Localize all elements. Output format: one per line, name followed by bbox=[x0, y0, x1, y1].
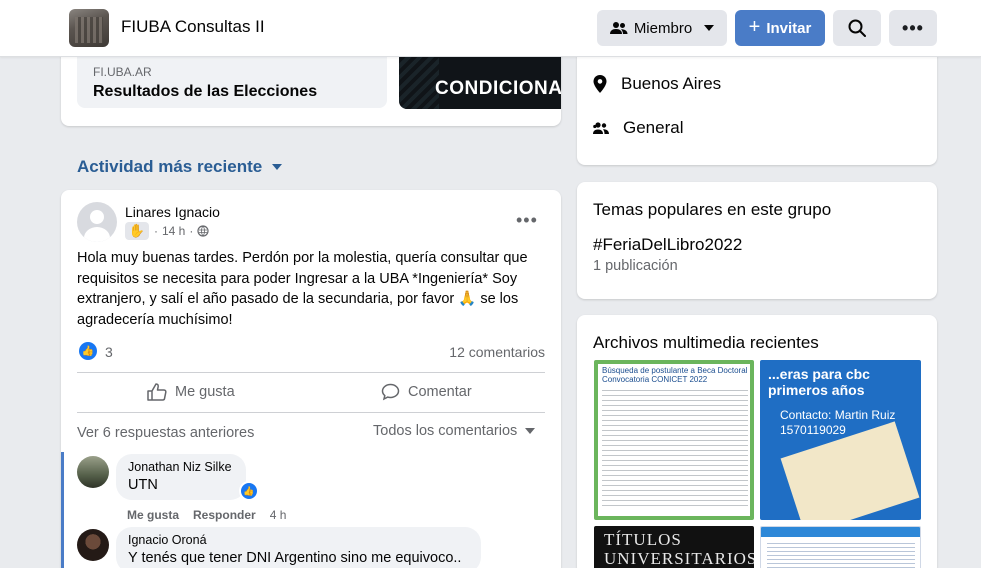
chevron-down-icon bbox=[272, 164, 283, 170]
post-author-name[interactable]: Linares Ignacio bbox=[125, 204, 220, 220]
location-text: Buenos Aires bbox=[621, 74, 722, 93]
media-thumbnail[interactable] bbox=[760, 526, 921, 568]
document-lines bbox=[602, 390, 748, 510]
thumbnail-contact: Contacto: Martin Ruiz 1570119029 bbox=[780, 408, 896, 437]
public-audience-icon bbox=[197, 225, 209, 237]
author-avatar[interactable] bbox=[77, 202, 117, 242]
divider bbox=[77, 372, 545, 373]
comment-button[interactable]: Comentar bbox=[381, 383, 472, 401]
popular-topics-card: Temas populares en este grupo #FeriaDelL… bbox=[577, 182, 937, 299]
members-icon bbox=[609, 22, 628, 34]
thread-indicator bbox=[61, 452, 64, 568]
like-reaction-icon[interactable]: 👍 bbox=[79, 342, 97, 360]
search-button[interactable] bbox=[833, 10, 881, 46]
category-row: General bbox=[593, 118, 683, 138]
thumbnail-text: Búsqueda de postulante a Beca Doctoral C… bbox=[602, 366, 748, 384]
comment-text: UTN bbox=[128, 477, 158, 493]
group-info-card: Buenos Aires General bbox=[577, 40, 937, 165]
comment-filter-dropdown[interactable]: Todos los comentarios bbox=[373, 423, 536, 439]
thumbnail-text: TÍTULOS UNIVERSITARIOS bbox=[604, 530, 754, 568]
commenter-avatar[interactable] bbox=[77, 456, 109, 488]
category-text: General bbox=[623, 118, 684, 137]
comment-icon bbox=[381, 383, 400, 401]
thumbnail-text: ...eras para cbc primeros años bbox=[768, 366, 870, 398]
comments-count-link[interactable]: 12 comentarios bbox=[449, 344, 545, 360]
group-header: FIUBA Consultas II Miembro + Invitar ••• bbox=[0, 0, 981, 57]
comment-like-link[interactable]: Me gusta bbox=[127, 508, 179, 522]
comment-time[interactable]: 4 h bbox=[270, 508, 287, 522]
comment-bubble: Ignacio Oroná Y tenés que tener DNI Arge… bbox=[116, 527, 481, 568]
feed-sort-label: Actividad más reciente bbox=[77, 157, 263, 176]
link-domain: FI.UBA.AR bbox=[93, 65, 152, 79]
plus-icon: + bbox=[748, 15, 761, 38]
group-cover-thumbnail[interactable] bbox=[69, 9, 109, 47]
more-options-button[interactable]: ••• bbox=[889, 10, 937, 46]
divider bbox=[77, 412, 545, 413]
search-icon bbox=[848, 19, 866, 37]
dot-separator: · bbox=[189, 224, 194, 238]
post-meta: · 14 h · bbox=[154, 224, 209, 238]
comment-filter-label: Todos los comentarios bbox=[373, 423, 518, 439]
commenter-avatar[interactable] bbox=[77, 529, 109, 561]
hashtag-link[interactable]: #FeriaDelLibro2022 bbox=[593, 235, 742, 255]
promo-text: CONDICIONA bbox=[435, 78, 561, 99]
location-pin-icon bbox=[593, 75, 607, 93]
post-options-icon[interactable]: ••• bbox=[516, 210, 538, 231]
link-title: Resultados de las Elecciones bbox=[93, 83, 318, 100]
invite-button-label: Invitar bbox=[766, 19, 812, 37]
media-thumbnail[interactable]: Búsqueda de postulante a Beca Doctoral C… bbox=[594, 360, 754, 520]
media-title: Archivos multimedia recientes bbox=[593, 333, 819, 352]
feed-sort-dropdown[interactable]: Actividad más reciente bbox=[77, 157, 283, 177]
new-member-badge-icon[interactable]: ✋ bbox=[125, 222, 149, 240]
thumbs-up-icon bbox=[147, 383, 167, 401]
group-category-icon bbox=[593, 122, 609, 134]
group-name[interactable]: FIUBA Consultas II bbox=[121, 17, 265, 37]
post-time[interactable]: 14 h bbox=[162, 224, 185, 238]
post-body: Hola muy buenas tardes. Perdón por la mo… bbox=[77, 250, 528, 328]
invite-button[interactable]: + Invitar bbox=[735, 10, 825, 46]
like-button-label: Me gusta bbox=[175, 384, 235, 400]
hashtag-post-count: 1 publicación bbox=[593, 258, 678, 274]
document-lines bbox=[767, 543, 915, 568]
topics-title: Temas populares en este grupo bbox=[593, 200, 832, 219]
view-previous-replies-link[interactable]: Ver 6 respuestas anteriores bbox=[77, 425, 254, 441]
comment-reply-link[interactable]: Responder bbox=[193, 508, 256, 522]
more-dots-icon: ••• bbox=[902, 17, 924, 38]
comment-bubble: Jonathan Niz Silke UTN bbox=[116, 454, 246, 500]
dot-separator: · bbox=[154, 224, 158, 238]
comment-button-label: Comentar bbox=[408, 384, 472, 400]
document-header-bar bbox=[761, 527, 920, 537]
commenter-name[interactable]: Ignacio Oroná bbox=[128, 533, 469, 547]
chevron-down-icon bbox=[704, 25, 715, 31]
commenter-name[interactable]: Jonathan Niz Silke bbox=[128, 460, 234, 474]
location-row: Buenos Aires bbox=[593, 74, 721, 94]
comment-like-icon[interactable]: 👍 bbox=[239, 481, 259, 501]
comment-actions: Me gusta Responder 4 h bbox=[127, 508, 286, 522]
recent-media-card: Archivos multimedia recientes Búsqueda d… bbox=[577, 315, 937, 568]
member-button-label: Miembro bbox=[633, 19, 693, 37]
member-button[interactable]: Miembro bbox=[597, 10, 727, 46]
reaction-count[interactable]: 3 bbox=[105, 344, 113, 360]
like-button[interactable]: Me gusta bbox=[147, 383, 235, 401]
media-thumbnail[interactable]: ...eras para cbc primeros años Contacto:… bbox=[760, 360, 921, 520]
media-thumbnail[interactable]: TÍTULOS UNIVERSITARIOS bbox=[594, 526, 754, 568]
post-card: Linares Ignacio ✋ · 14 h · ••• Hola muy … bbox=[61, 190, 561, 568]
reactions-summary: 👍 3 12 comentarios bbox=[77, 341, 545, 361]
comment-text: Y tenés que tener DNI Argentino sino me … bbox=[128, 550, 462, 566]
chevron-down-icon bbox=[525, 428, 536, 434]
